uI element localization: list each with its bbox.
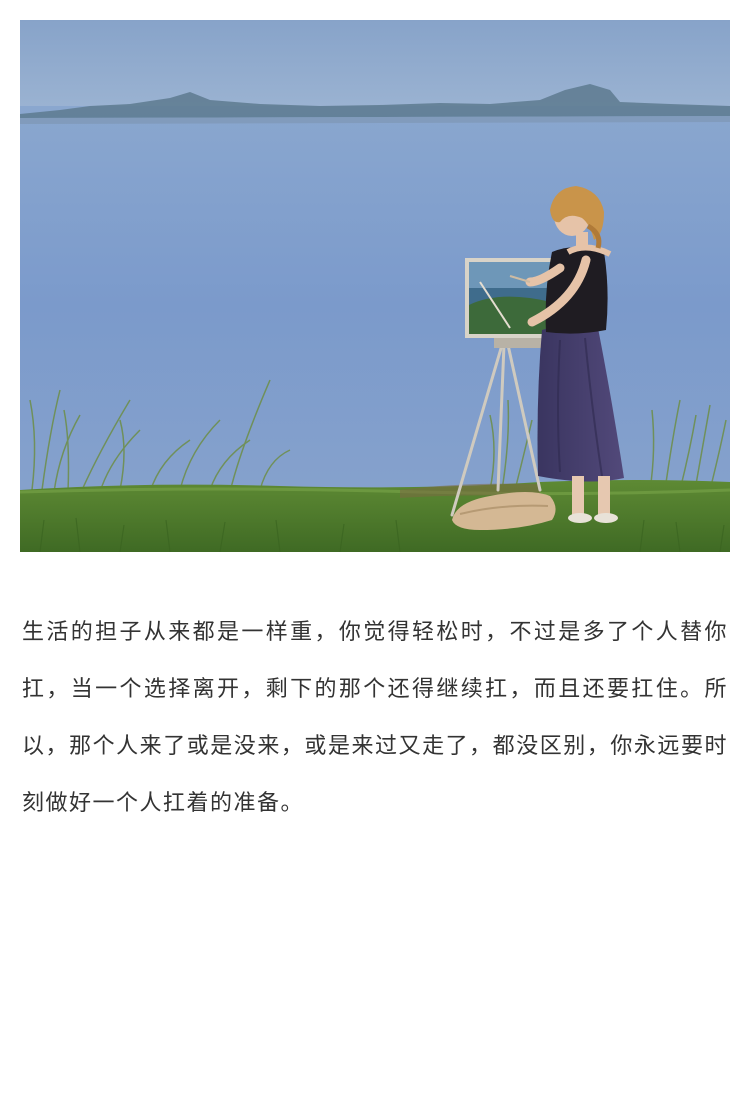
photo-woman-painting-by-lake [20,20,730,552]
canvas-painting [465,258,555,338]
article-paragraph: 生活的担子从来都是一样重，你觉得轻松时，不过是多了个人替你扛，当一个选择离开，剩… [22,620,728,816]
sky [20,20,730,110]
